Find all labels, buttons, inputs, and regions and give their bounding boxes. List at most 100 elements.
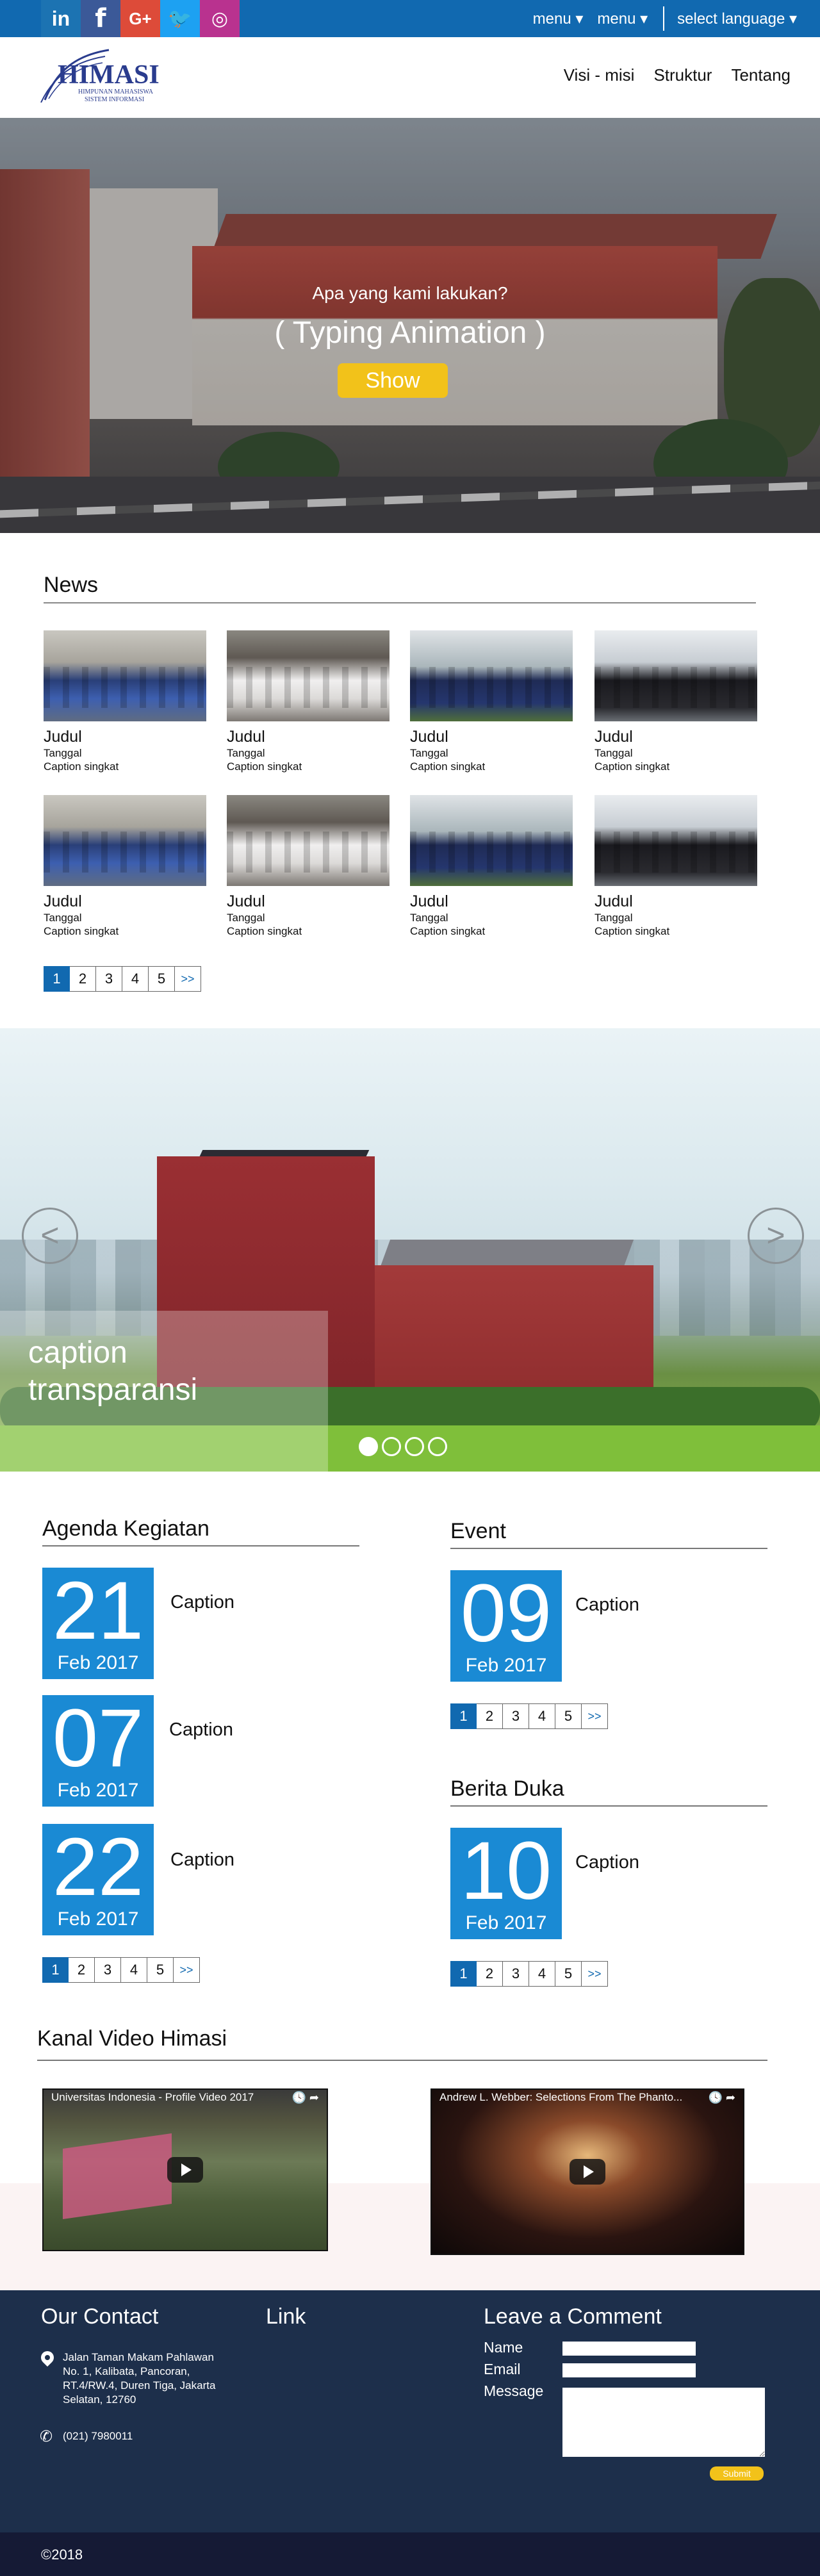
next-page-button[interactable]: >> <box>582 1961 608 1987</box>
menu-dropdown-1[interactable]: menu ▾ <box>533 10 584 28</box>
page-button[interactable]: 5 <box>149 966 175 992</box>
himasi-logo[interactable]: HIMASI HIMPUNAN MAHASISWA SISTEM INFORMA… <box>38 44 179 111</box>
date-day: 07 <box>52 1693 144 1784</box>
date-month: Feb 2017 <box>57 1780 139 1801</box>
news-image[interactable] <box>594 630 757 721</box>
news-image[interactable] <box>410 630 573 721</box>
news-image[interactable] <box>227 795 390 886</box>
hero-banner: Apa yang kami lakukan? ( Typing Animatio… <box>0 118 820 533</box>
carousel-dot[interactable] <box>359 1437 378 1456</box>
video-title[interactable]: Universitas Indonesia - Profile Video 20… <box>51 2091 254 2104</box>
news-card-title: Judul <box>410 892 448 910</box>
name-field[interactable] <box>562 2342 696 2356</box>
social-links: in f G+ 🐦 ◎ <box>41 0 240 37</box>
carousel-dot[interactable] <box>428 1437 447 1456</box>
menu-dropdown-2[interactable]: menu ▾ <box>597 10 648 28</box>
news-card-date: Tanggal <box>44 747 82 759</box>
page-button[interactable]: 4 <box>122 966 149 992</box>
video-section: Kanal Video Himasi Universitas Indonesia… <box>0 2022 820 2290</box>
carousel-dot[interactable] <box>405 1437 424 1456</box>
page-button[interactable]: 3 <box>503 1961 529 1987</box>
message-field[interactable] <box>562 2388 765 2457</box>
video-player[interactable]: Universitas Indonesia - Profile Video 20… <box>42 2088 328 2251</box>
page-button[interactable]: 4 <box>529 1961 555 1987</box>
email-field[interactable] <box>562 2363 696 2377</box>
page-button[interactable]: 3 <box>503 1703 529 1729</box>
news-card[interactable]: Judul Tanggal Caption singkat <box>44 630 206 773</box>
language-select[interactable]: select language ▾ <box>677 10 797 28</box>
show-button[interactable]: Show <box>338 363 448 398</box>
carousel-prev-button[interactable]: < <box>22 1208 78 1264</box>
news-image[interactable] <box>227 630 390 721</box>
page-button[interactable]: 1 <box>42 1957 69 1983</box>
news-card[interactable]: Judul Tanggal Caption singkat <box>410 795 573 938</box>
news-image[interactable] <box>44 795 206 886</box>
news-card[interactable]: Judul Tanggal Caption singkat <box>594 795 757 938</box>
video-controls-icon[interactable]: 🕓 ➦ <box>292 2091 320 2104</box>
page-button[interactable]: 5 <box>147 1957 174 1983</box>
news-section: News Judul Tanggal Caption singkat Judul… <box>0 533 820 1028</box>
page-button[interactable]: 1 <box>450 1961 477 1987</box>
date-box[interactable]: 09 Feb 2017 <box>450 1570 562 1682</box>
linkedin-icon[interactable]: in <box>41 0 81 37</box>
page-button[interactable]: 3 <box>95 1957 121 1983</box>
next-page-button[interactable]: >> <box>582 1703 608 1729</box>
news-card[interactable]: Judul Tanggal Caption singkat <box>410 630 573 773</box>
page-button[interactable]: 1 <box>450 1703 477 1729</box>
page-button[interactable]: 1 <box>44 966 70 992</box>
video-player[interactable]: Andrew L. Webber: Selections From The Ph… <box>430 2088 744 2255</box>
twitter-icon[interactable]: 🐦 <box>160 0 200 37</box>
svg-text:SISTEM INFORMASI: SISTEM INFORMASI <box>85 96 144 103</box>
video-title[interactable]: Andrew L. Webber: Selections From The Ph… <box>439 2091 682 2104</box>
news-image[interactable] <box>410 795 573 886</box>
news-card-caption: Caption singkat <box>44 760 119 773</box>
news-card[interactable]: Judul Tanggal Caption singkat <box>44 795 206 938</box>
agenda-pagination: 1 2 3 4 5 >> <box>42 1957 200 1983</box>
date-box[interactable]: 07 Feb 2017 <box>42 1695 154 1807</box>
divider <box>42 1545 359 1546</box>
agenda-caption: Caption <box>170 1850 234 1870</box>
news-card[interactable]: Judul Tanggal Caption singkat <box>227 630 390 773</box>
submit-button[interactable]: Submit <box>710 2466 764 2481</box>
map-pin-icon <box>38 2348 57 2367</box>
page-button[interactable]: 2 <box>477 1961 503 1987</box>
nav-visi-misi[interactable]: Visi - misi <box>564 65 635 85</box>
carousel-next-button[interactable]: > <box>748 1208 804 1264</box>
phone-icon: ✆ <box>40 2428 53 2445</box>
news-card-date: Tanggal <box>227 747 265 759</box>
top-bar: in f G+ 🐦 ◎ menu ▾ menu ▾ select languag… <box>0 0 820 37</box>
video-controls-icon[interactable]: 🕓 ➦ <box>709 2091 736 2104</box>
page-button[interactable]: 2 <box>70 966 96 992</box>
news-card-caption: Caption singkat <box>594 925 670 937</box>
page-button[interactable]: 2 <box>69 1957 95 1983</box>
nav-struktur[interactable]: Struktur <box>653 65 712 85</box>
facebook-icon[interactable]: f <box>81 0 120 37</box>
page-button[interactable]: 5 <box>555 1961 582 1987</box>
date-box[interactable]: 10 Feb 2017 <box>450 1828 562 1939</box>
nav-tentang[interactable]: Tentang <box>731 65 791 85</box>
news-card[interactable]: Judul Tanggal Caption singkat <box>227 795 390 938</box>
news-card[interactable]: Judul Tanggal Caption singkat <box>594 630 757 773</box>
play-icon[interactable] <box>167 2157 203 2183</box>
next-page-button[interactable]: >> <box>174 1957 200 1983</box>
news-card-date: Tanggal <box>594 912 633 924</box>
date-box[interactable]: 22 Feb 2017 <box>42 1824 154 1935</box>
page-button[interactable]: 4 <box>121 1957 147 1983</box>
page-button[interactable]: 4 <box>529 1703 555 1729</box>
date-box[interactable]: 21 Feb 2017 <box>42 1568 154 1679</box>
instagram-icon[interactable]: ◎ <box>200 0 240 37</box>
agenda-title: Agenda Kegiatan <box>42 1516 209 1541</box>
play-icon[interactable] <box>570 2159 605 2185</box>
site-footer: Our Contact Jalan Taman Makam Pahlawan N… <box>0 2290 820 2532</box>
page-button[interactable]: 5 <box>555 1703 582 1729</box>
site-header: HIMASI HIMPUNAN MAHASISWA SISTEM INFORMA… <box>0 37 820 118</box>
google-plus-icon[interactable]: G+ <box>120 0 160 37</box>
message-label: Message <box>484 2383 544 2399</box>
news-image[interactable] <box>594 795 757 886</box>
page-button[interactable]: 2 <box>477 1703 503 1729</box>
news-image[interactable] <box>44 630 206 721</box>
hero-subtitle: Apa yang kami lakukan? <box>312 283 508 303</box>
page-button[interactable]: 3 <box>96 966 122 992</box>
next-page-button[interactable]: >> <box>175 966 201 992</box>
carousel-dot[interactable] <box>382 1437 401 1456</box>
